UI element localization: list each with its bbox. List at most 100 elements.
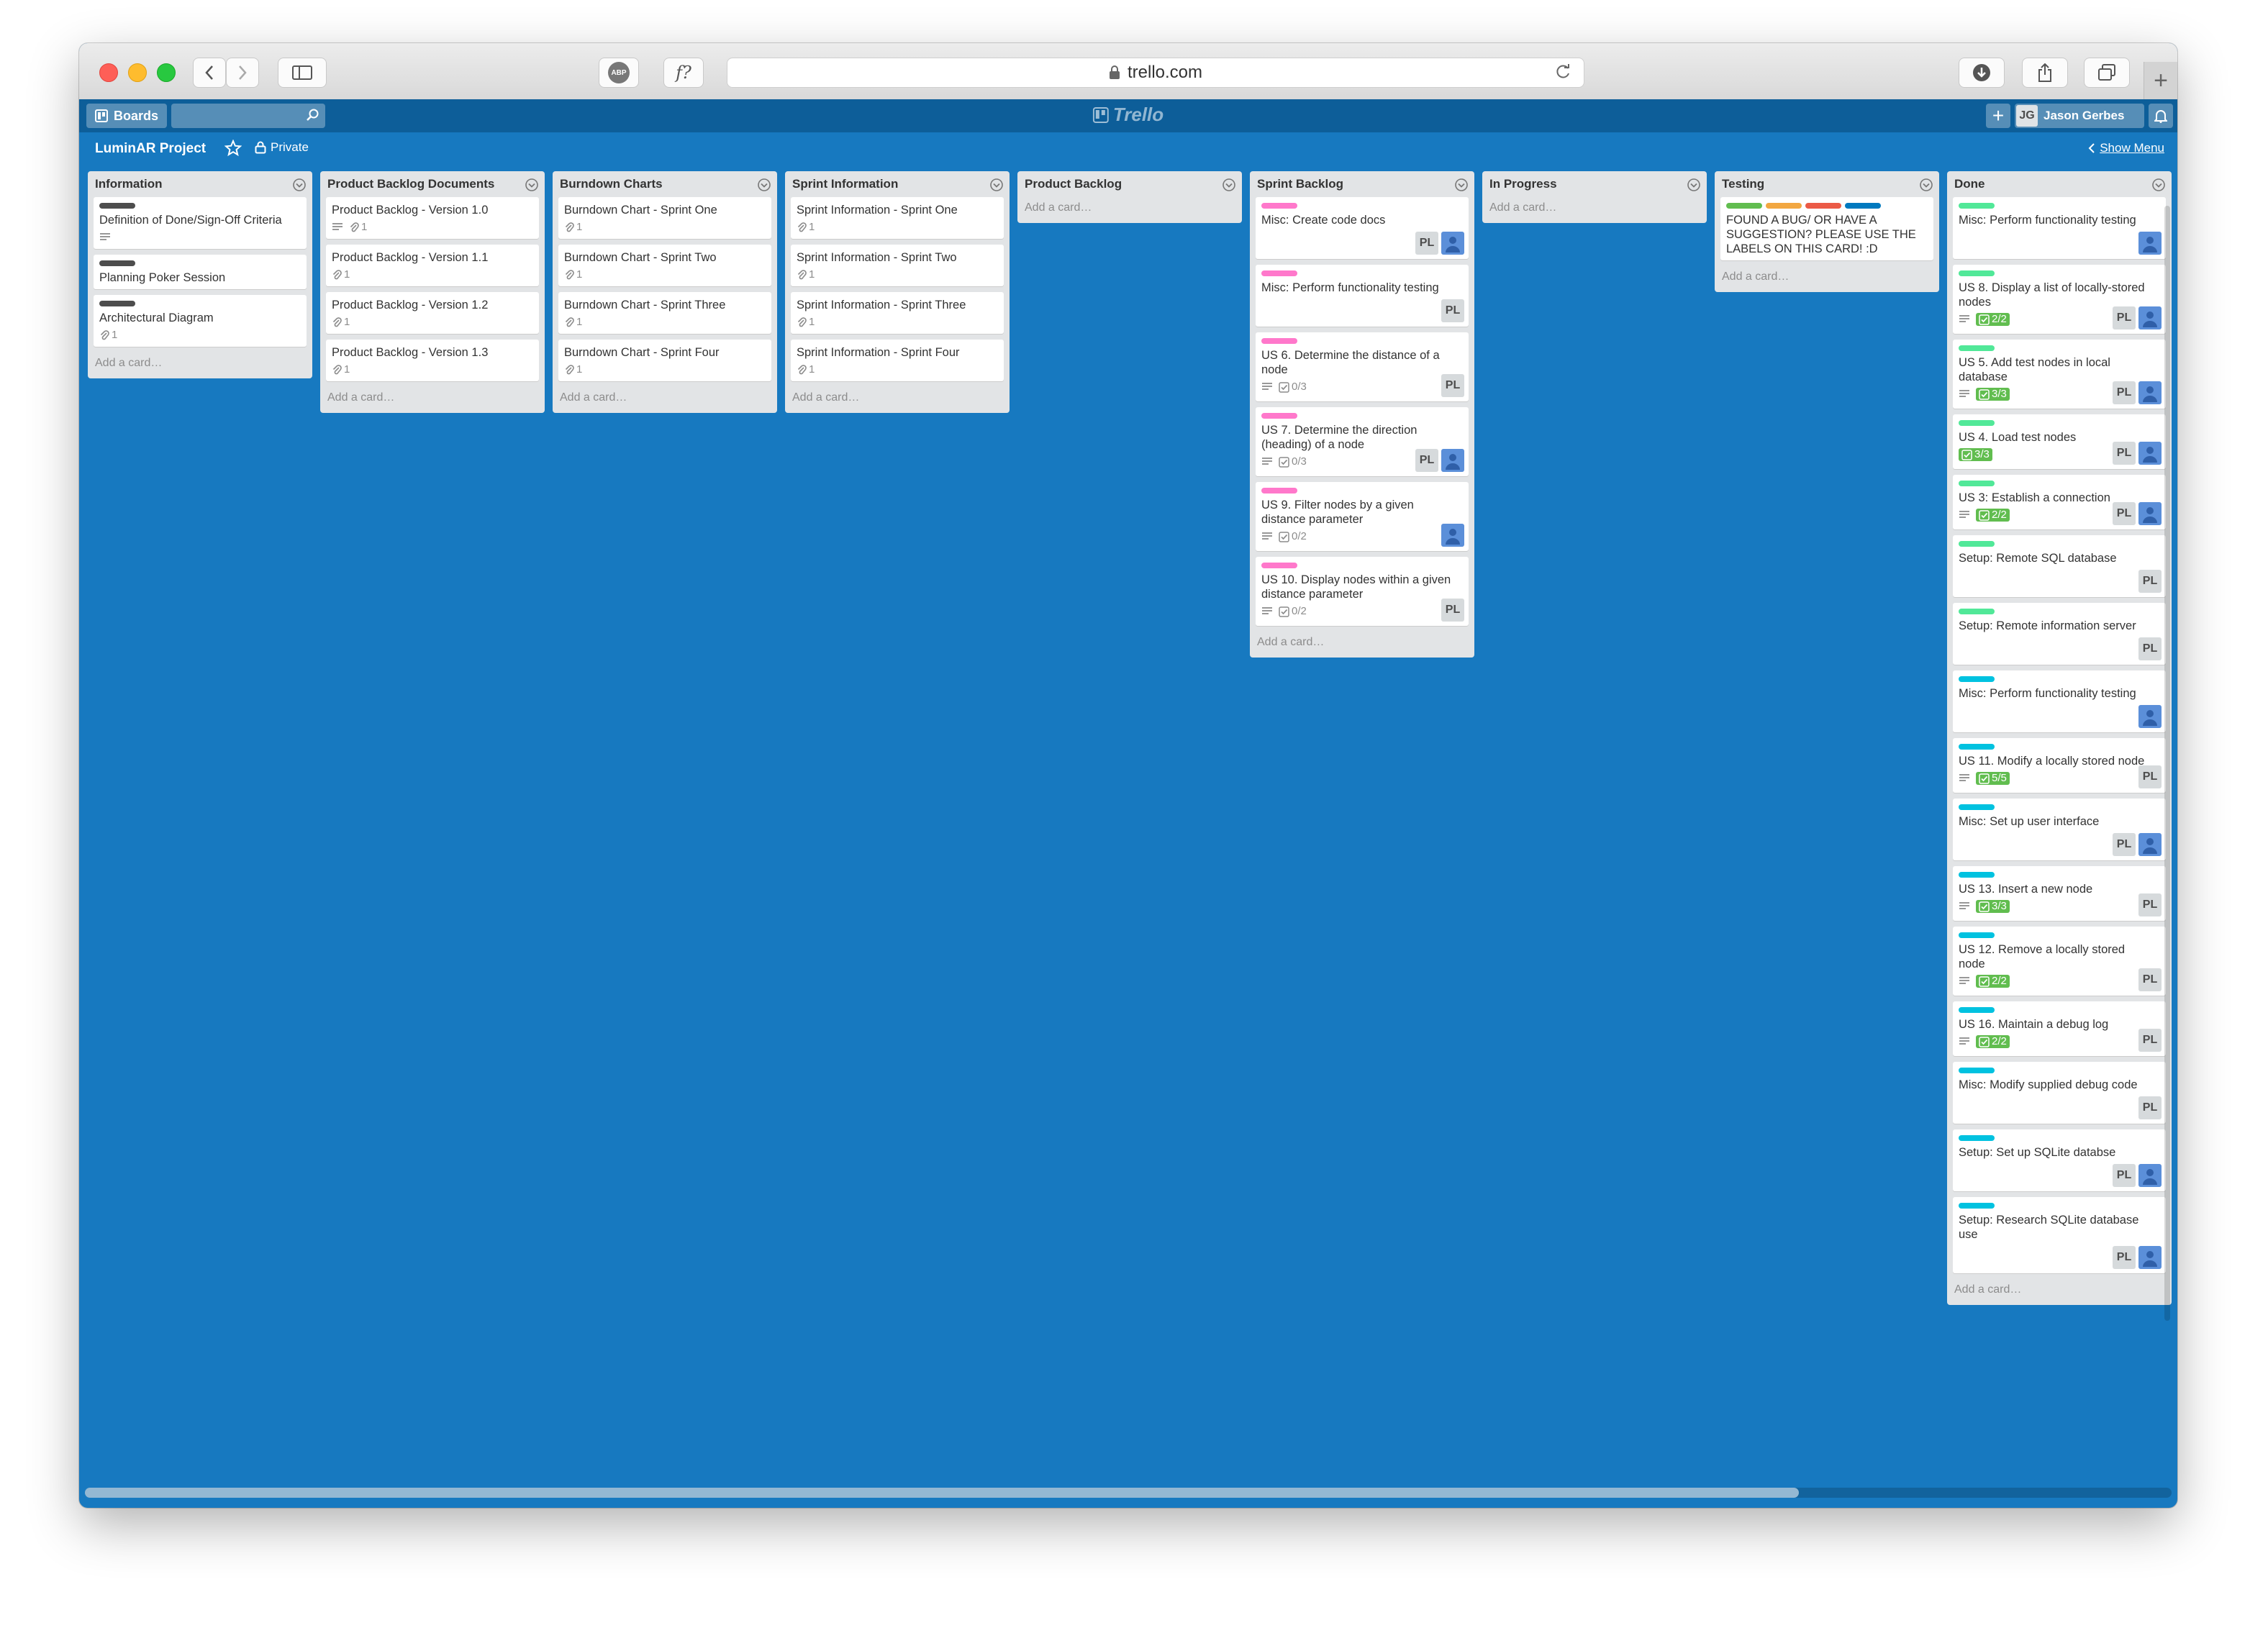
close-window-button[interactable] — [99, 63, 118, 82]
member-avatar[interactable] — [2138, 306, 2162, 329]
card[interactable]: FOUND A BUG/ OR HAVE A SUGGESTION? PLEAS… — [1720, 197, 1933, 260]
card[interactable]: Misc: Perform functionality testing PL — [1256, 265, 1469, 327]
member-initials[interactable]: PL — [2113, 1164, 2136, 1187]
list-header[interactable]: In Progress — [1482, 171, 1707, 197]
card[interactable]: Setup: Remote information server PL — [1953, 603, 2166, 665]
card[interactable]: US 13. Insert a new node 3/3 PL — [1953, 866, 2166, 921]
card[interactable]: Product Backlog - Version 1.1 1 — [326, 245, 539, 286]
card[interactable]: US 5. Add test nodes in local database 3/… — [1953, 340, 2166, 409]
member-initials[interactable]: PL — [2138, 1096, 2162, 1119]
card[interactable]: US 7. Determine the direction (heading) … — [1256, 407, 1469, 476]
member-initials[interactable]: PL — [2113, 502, 2136, 525]
star-icon[interactable] — [224, 140, 242, 157]
card[interactable]: US 8. Display a list of locally-stored n… — [1953, 265, 2166, 334]
member-avatar[interactable] — [1441, 449, 1464, 472]
member-initials[interactable]: PL — [2138, 1029, 2162, 1052]
list-menu-icon[interactable] — [525, 178, 539, 192]
member-avatar[interactable] — [2138, 833, 2162, 856]
list-menu-icon[interactable] — [989, 178, 1004, 192]
list-title[interactable]: Testing — [1722, 177, 1764, 191]
card[interactable]: US 6. Determine the distance of a node 0/… — [1256, 332, 1469, 401]
notifications-button[interactable] — [2149, 104, 2173, 128]
list-menu-icon[interactable] — [1222, 178, 1236, 192]
card[interactable]: US 10. Display nodes within a given dist… — [1256, 557, 1469, 626]
list-menu-icon[interactable] — [757, 178, 771, 192]
card[interactable]: US 11. Modify a locally stored node 5/5 PL — [1953, 738, 2166, 793]
list-menu-icon[interactable] — [1454, 178, 1469, 192]
sidebar-toggle-button[interactable] — [278, 58, 327, 88]
card[interactable]: Product Backlog - Version 1.3 1 — [326, 340, 539, 381]
board-visibility-button[interactable]: Private — [255, 140, 309, 155]
list-menu-icon[interactable] — [2151, 178, 2166, 192]
member-initials[interactable]: PL — [1441, 374, 1464, 397]
show-menu-link[interactable]: Show Menu — [2088, 141, 2164, 155]
card[interactable]: Definition of Done/Sign-Off Criteria — [94, 197, 307, 249]
list-menu-icon[interactable] — [1919, 178, 1933, 192]
add-card-link[interactable]: Add a card… — [1017, 197, 1242, 220]
forward-button[interactable] — [226, 58, 259, 88]
list-title[interactable]: Done — [1954, 177, 1985, 191]
member-initials[interactable]: PL — [2113, 1246, 2136, 1269]
member-initials[interactable]: PL — [1441, 599, 1464, 622]
list-menu-icon[interactable] — [292, 178, 307, 192]
card[interactable]: Setup: Research SQLite database use PL — [1953, 1197, 2166, 1273]
card[interactable]: Burndown Chart - Sprint Two 1 — [558, 245, 771, 286]
boards-button[interactable]: Boards — [86, 104, 167, 128]
card[interactable]: US 4. Load test nodes 3/3 PL — [1953, 414, 2166, 469]
card[interactable]: Product Backlog - Version 1.0 1 — [326, 197, 539, 239]
board-horizontal-scrollbar[interactable] — [85, 1488, 2172, 1498]
card[interactable]: Misc: Modify supplied debug code PL — [1953, 1062, 2166, 1124]
add-card-link[interactable]: Add a card… — [553, 387, 777, 410]
card[interactable]: Sprint Information - Sprint One 1 — [791, 197, 1004, 239]
board-title[interactable]: LuminAR Project — [95, 141, 206, 157]
list-header[interactable]: Product Backlog — [1017, 171, 1242, 197]
card[interactable]: Sprint Information - Sprint Four 1 — [791, 340, 1004, 381]
board-search-input[interactable] — [171, 104, 325, 128]
list-menu-icon[interactable] — [1687, 178, 1701, 192]
member-initials[interactable]: PL — [2113, 442, 2136, 465]
scrollbar-thumb[interactable] — [85, 1488, 1799, 1498]
downloads-button[interactable] — [1959, 58, 2005, 88]
card[interactable]: Burndown Chart - Sprint One 1 — [558, 197, 771, 239]
card[interactable]: Misc: Perform functionality testing — [1953, 670, 2166, 732]
member-avatar[interactable] — [2138, 1246, 2162, 1269]
list-title[interactable]: In Progress — [1489, 177, 1557, 191]
member-menu-button[interactable]: JG Jason Gerbes — [2015, 104, 2144, 128]
formula-extension-button[interactable]: f? — [663, 58, 704, 88]
member-avatar[interactable] — [2138, 232, 2162, 255]
list-title[interactable]: Sprint Information — [792, 177, 898, 191]
list-title[interactable]: Sprint Backlog — [1257, 177, 1343, 191]
add-card-link[interactable]: Add a card… — [1947, 1279, 2172, 1302]
member-initials[interactable]: PL — [1415, 449, 1438, 472]
add-card-link[interactable]: Add a card… — [1482, 197, 1707, 220]
list-header[interactable]: Product Backlog Documents — [320, 171, 545, 197]
card[interactable]: US 12. Remove a locally stored node 2/2 PL — [1953, 927, 2166, 996]
create-button[interactable]: + — [1986, 104, 2010, 128]
list-title[interactable]: Information — [95, 177, 163, 191]
trello-logo[interactable]: Trello — [1092, 104, 1164, 126]
card[interactable]: Burndown Chart - Sprint Four 1 — [558, 340, 771, 381]
list-header[interactable]: Sprint Backlog — [1250, 171, 1474, 197]
card[interactable]: Burndown Chart - Sprint Three 1 — [558, 292, 771, 334]
list-header[interactable]: Sprint Information — [785, 171, 1010, 197]
list-title[interactable]: Product Backlog — [1025, 177, 1122, 191]
add-card-link[interactable]: Add a card… — [785, 387, 1010, 410]
member-initials[interactable]: PL — [2138, 968, 2162, 991]
list-title[interactable]: Product Backlog Documents — [327, 177, 494, 191]
member-avatar[interactable] — [2138, 705, 2162, 728]
back-button[interactable] — [193, 58, 226, 88]
member-initials[interactable]: PL — [2113, 833, 2136, 856]
card[interactable]: Sprint Information - Sprint Three 1 — [791, 292, 1004, 334]
member-initials[interactable]: PL — [2113, 306, 2136, 329]
card[interactable]: Setup: Remote SQL database PL — [1953, 535, 2166, 597]
list-title[interactable]: Burndown Charts — [560, 177, 663, 191]
reload-icon[interactable] — [1553, 63, 1572, 81]
card[interactable]: Sprint Information - Sprint Two 1 — [791, 245, 1004, 286]
minimize-window-button[interactable] — [128, 63, 147, 82]
add-card-link[interactable]: Add a card… — [88, 352, 312, 376]
card[interactable]: Misc: Create code docs PL — [1256, 197, 1469, 259]
card[interactable]: Product Backlog - Version 1.2 1 — [326, 292, 539, 334]
member-initials[interactable]: PL — [2138, 893, 2162, 916]
member-initials[interactable]: PL — [2113, 381, 2136, 404]
list-header[interactable]: Done — [1947, 171, 2172, 197]
